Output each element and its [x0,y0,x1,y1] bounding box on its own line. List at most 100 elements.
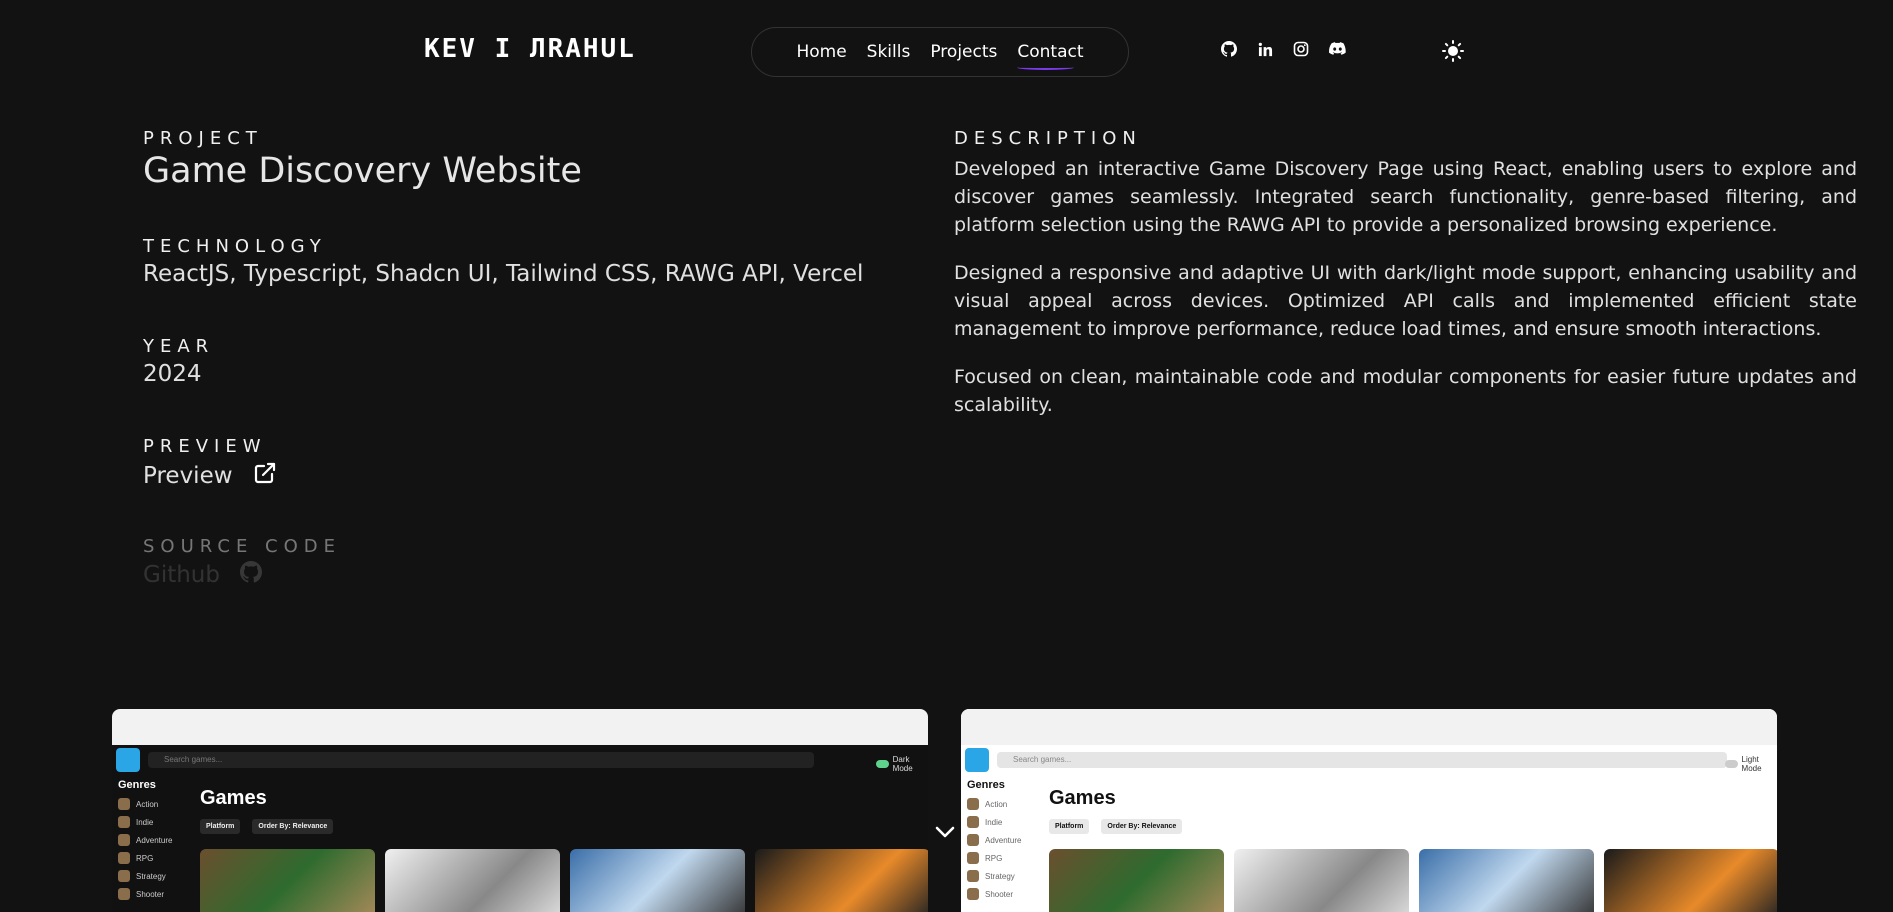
search-input: Search games... [997,752,1727,768]
technology-label: TECHNOLOGY [143,236,327,257]
project-title: Game Discovery Website [143,151,582,191]
year-field: YEAR 2024 [143,336,214,387]
game-cards [200,849,928,912]
genre-item: Adventure [118,831,172,849]
genres-title: Genres [118,779,156,791]
genre-thumbnail [967,834,979,846]
description-paragraph: Developed an interactive Game Discovery … [954,158,1857,236]
genre-item: Indie [967,813,1021,831]
genre-label: RPG [985,853,1003,863]
github-icon[interactable] [1220,40,1238,58]
nav-projects[interactable]: Projects [930,42,997,62]
project-description: DESCRIPTION Developed an interactive Gam… [954,128,1857,419]
genre-thumbnail [967,870,979,882]
genre-label: Action [136,799,159,809]
order-filter: Order By: Relevance [1101,819,1183,834]
game-card-image [755,849,928,912]
genre-label: Indie [985,817,1003,827]
genre-thumbnail [118,798,130,810]
discord-icon[interactable] [1328,40,1346,58]
game-card-image [1604,849,1777,912]
screenshot-content: Search games... Dark Mode Genres Action … [112,745,928,912]
game-card-image [570,849,745,912]
platform-filter: Platform [200,819,241,834]
app-logo-icon [116,748,140,772]
platform-filter: Platform [1049,819,1090,834]
project-label: PROJECT [143,128,263,149]
genre-item: Action [967,795,1021,813]
main-nav: Home Skills Projects Contact [751,27,1129,77]
mode-toggle: Light Mode [1725,755,1777,773]
preview-link-text[interactable]: Preview [143,463,233,489]
game-card-image [1049,849,1224,912]
genre-label: Shooter [136,889,165,899]
genre-label: Adventure [985,835,1022,845]
genre-list: Genres Action Indie Adventure RPG Strate… [118,779,172,903]
games-heading: Games [1049,787,1116,809]
sun-icon[interactable] [1442,40,1464,62]
genre-list: Genres Action Indie Adventure RPG Strate… [967,779,1021,903]
genre-label: Action [985,799,1008,809]
filter-bar: Platform Order By: Relevance [1049,819,1183,834]
description-paragraph: Focused on clean, maintainable code and … [954,366,1857,416]
source-code-field: SOURCE CODE Github [143,536,341,589]
preview-field: PREVIEW Preview [143,436,277,491]
github-link[interactable]: Github [143,561,341,589]
mode-toggle: Dark Mode [876,755,928,773]
preview-link[interactable]: Preview [143,461,277,491]
genre-item: RPG [118,849,172,867]
screenshot-content: Search games... Light Mode Genres Action… [961,745,1777,912]
games-heading: Games [200,787,267,809]
screenshot-dark-mode: Search games... Dark Mode Genres Action … [112,709,928,912]
app-logo-icon [965,748,989,772]
genre-item: Action [118,795,172,813]
preview-label: PREVIEW [143,436,267,457]
github-link-text[interactable]: Github [143,562,220,588]
genre-label: RPG [136,853,154,863]
screenshot-light-mode: Search games... Light Mode Genres Action… [961,709,1777,912]
nav-home[interactable]: Home [796,42,846,62]
order-filter: Order By: Relevance [252,819,334,834]
genre-item: RPG [967,849,1021,867]
description-body: Developed an interactive Game Discovery … [954,155,1857,419]
genres-title: Genres [967,779,1005,791]
genre-thumbnail [118,888,130,900]
toggle-switch-icon [1725,760,1738,768]
github-link-icon[interactable] [240,561,263,589]
search-input: Search games... [148,752,814,768]
mode-label: Light Mode [1741,755,1762,773]
browser-bar [112,709,928,745]
filter-bar: Platform Order By: Relevance [200,819,334,834]
project-field: PROJECT Game Discovery Website [143,128,582,191]
instagram-icon[interactable] [1292,40,1310,58]
genre-item: Shooter [118,885,172,903]
source-code-label: SOURCE CODE [143,536,342,557]
genre-item: Strategy [967,867,1021,885]
nav-skills[interactable]: Skills [867,42,911,62]
site-logo[interactable]: KEV I ЛRAHUL [424,34,636,64]
mode-label: Dark Mode [892,755,913,773]
game-card-image [1419,849,1594,912]
genre-item: Shooter [967,885,1021,903]
nav-contact[interactable]: Contact [1017,42,1084,70]
toggle-switch-icon [876,760,889,768]
genre-label: Shooter [985,889,1014,899]
genre-label: Adventure [136,835,173,845]
genre-item: Adventure [967,831,1021,849]
genre-thumbnail [118,834,130,846]
genre-thumbnail [118,816,130,828]
description-label: DESCRIPTION [954,128,1142,149]
year-label: YEAR [143,336,215,357]
year-value: 2024 [143,361,202,387]
technology-field: TECHNOLOGY ReactJS, Typescript, Shadcn U… [143,236,863,287]
linkedin-icon[interactable] [1256,40,1274,58]
genre-label: Strategy [136,871,166,881]
genre-item: Strategy [118,867,172,885]
technology-value: ReactJS, Typescript, Shadcn UI, Tailwind… [143,261,864,287]
external-link-icon[interactable] [253,461,277,491]
genre-thumbnail [967,798,979,810]
genre-thumbnail [967,852,979,864]
genre-thumbnail [967,888,979,900]
genre-thumbnail [118,852,130,864]
chevron-down-icon[interactable] [933,820,957,844]
